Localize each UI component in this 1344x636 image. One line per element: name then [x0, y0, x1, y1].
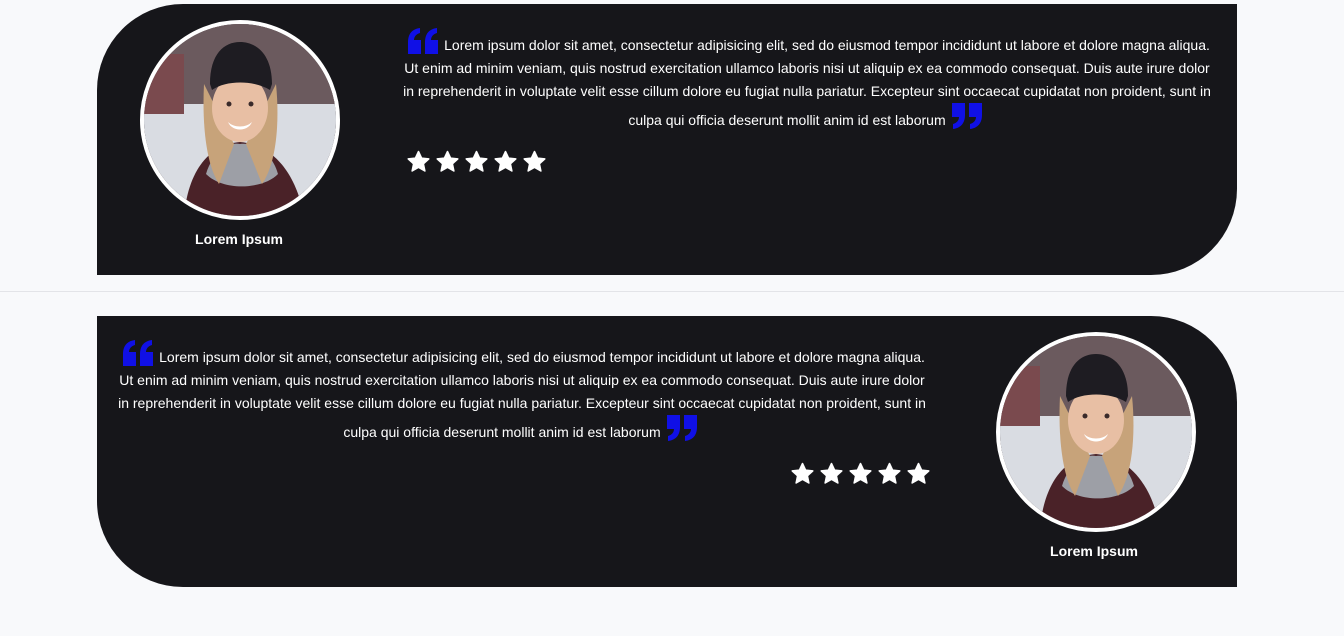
testimonial-quote: Lorem ipsum dolor sit amet, consectetur … [117, 340, 927, 444]
section-divider [0, 291, 1344, 292]
star-icon [877, 462, 902, 486]
testimonial-card: Lorem ipsum dolor sit amet, consectetur … [97, 316, 1237, 587]
close-quote-icon [665, 415, 697, 441]
star-icon [790, 462, 815, 486]
avatar [140, 20, 340, 220]
testimonial-text: Lorem ipsum dolor sit amet, consectetur … [403, 37, 1211, 128]
star-icon [464, 150, 489, 174]
open-quote-icon [408, 28, 440, 54]
star-rating [790, 462, 931, 486]
star-icon [906, 462, 931, 486]
close-quote-icon [950, 103, 982, 129]
star-icon [522, 150, 547, 174]
reviewer-name: Lorem Ipsum [195, 231, 283, 247]
star-icon [493, 150, 518, 174]
star-icon [435, 150, 460, 174]
testimonial-card: Lorem Ipsum Lorem ipsum dolor sit amet, … [97, 4, 1237, 275]
star-icon [848, 462, 873, 486]
reviewer-name: Lorem Ipsum [1050, 543, 1138, 559]
star-rating [406, 150, 547, 174]
star-icon [819, 462, 844, 486]
avatar [996, 332, 1196, 532]
testimonial-text: Lorem ipsum dolor sit amet, consectetur … [118, 349, 926, 440]
open-quote-icon [123, 340, 155, 366]
star-icon [406, 150, 431, 174]
testimonial-quote: Lorem ipsum dolor sit amet, consectetur … [402, 28, 1212, 132]
